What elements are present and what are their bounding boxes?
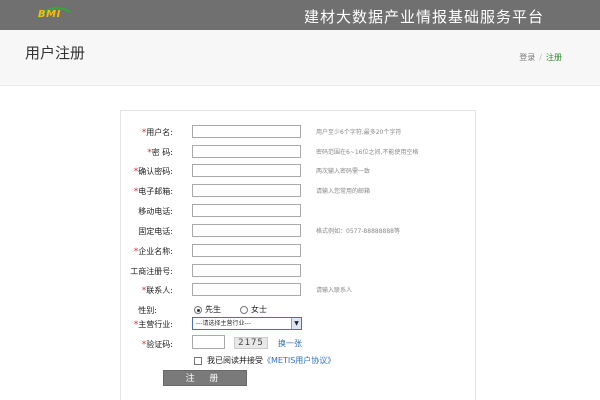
field-row-username: *用户名: 用户至少6个字符,最多20个字符: [121, 125, 477, 139]
password-label: *密 码:: [147, 148, 173, 158]
agreement-text: 我已阅读并接受: [207, 356, 263, 365]
gender-label: 性别:: [138, 306, 157, 315]
breadcrumb-login-link[interactable]: 登录: [519, 53, 535, 62]
password-input[interactable]: [192, 145, 301, 158]
field-row-company: *企业名称:: [121, 244, 477, 258]
gender-radio-male[interactable]: 先生: [194, 304, 221, 315]
confirm-password-input[interactable]: [192, 164, 301, 177]
page-title-bar: 用户注册 登录 / 注册: [0, 30, 600, 86]
radio-selected-icon: [194, 305, 202, 314]
field-row-email: *电子邮箱: 请输入您常用的邮箱: [121, 184, 477, 198]
username-label: *用户名:: [141, 128, 173, 138]
registration-number-label: 工商注册号:: [130, 267, 173, 276]
radio-unselected-icon: [240, 305, 248, 314]
landline-label: 固定电话:: [138, 227, 173, 236]
captcha-label: *验证码:: [141, 340, 173, 350]
company-label: *企业名称:: [133, 247, 173, 257]
breadcrumb-current: 注册: [546, 53, 562, 62]
mobile-label: 移动电话:: [138, 207, 173, 216]
field-row-gender: 性别: 先生 女士: [121, 303, 477, 317]
contact-hint: 请输入联系人: [316, 287, 353, 294]
field-row-confirm-password: *确认密码: 两次输入密码需一致: [121, 164, 477, 178]
field-row-registration-number: 工商注册号:: [121, 264, 477, 278]
breadcrumb-separator: /: [539, 53, 542, 62]
captcha-input[interactable]: [192, 335, 225, 349]
industry-select[interactable]: ---请选择主营行业--- ▼: [192, 317, 302, 330]
gender-radio-female[interactable]: 女士: [240, 304, 267, 315]
registration-number-input[interactable]: [192, 264, 301, 277]
agreement-row: 我已阅读并接受 《METIS用户协议》: [194, 355, 335, 366]
field-row-password: *密 码: 密码范围在6~16位之间,不能使用空格: [121, 145, 477, 159]
email-input[interactable]: [192, 184, 301, 197]
mobile-input[interactable]: [192, 204, 301, 217]
logo-text: BMI: [38, 9, 61, 20]
contact-label: *联系人:: [141, 286, 173, 296]
top-bar: BMI 建材大数据产业情报基础服务平台: [0, 0, 600, 30]
email-hint: 请输入您常用的邮箱: [316, 188, 371, 195]
logo[interactable]: BMI: [34, 4, 74, 26]
username-input[interactable]: [192, 125, 301, 138]
captcha-image: 2175: [234, 337, 268, 349]
password-hint: 密码范围在6~16位之间,不能使用空格: [316, 149, 419, 156]
breadcrumb: 登录 / 注册: [519, 52, 562, 63]
chevron-down-icon[interactable]: ▼: [291, 318, 301, 329]
agreement-checkbox[interactable]: [194, 356, 202, 365]
field-row-contact: *联系人: 请输入联系人: [121, 283, 477, 297]
company-input[interactable]: [192, 244, 301, 257]
captcha-refresh-link[interactable]: 换一张: [278, 338, 302, 349]
confirm-password-label: *确认密码:: [133, 167, 173, 177]
register-form: *用户名: 用户至少6个字符,最多20个字符 *密 码: 密码范围在6~16位之…: [120, 110, 476, 400]
industry-label: *主营行业:: [133, 320, 173, 330]
field-row-landline: 固定电话: 格式例如：0577-88888888等: [121, 224, 477, 238]
page-title: 用户注册: [25, 44, 86, 62]
industry-selected-value: ---请选择主营行业---: [196, 320, 251, 327]
field-row-captcha: *验证码: 2175 换一张: [121, 335, 477, 351]
field-row-industry: *主营行业: ---请选择主营行业--- ▼: [121, 317, 477, 331]
contact-input[interactable]: [192, 283, 301, 296]
username-hint: 用户至少6个字符,最多20个字符: [316, 129, 402, 136]
agreement-link[interactable]: 《METIS用户协议》: [263, 355, 335, 366]
field-row-mobile: 移动电话:: [121, 204, 477, 218]
landline-hint: 格式例如：0577-88888888等: [316, 228, 400, 235]
email-label: *电子邮箱:: [133, 187, 173, 197]
site-title: 建材大数据产业情报基础服务平台: [303, 8, 544, 26]
landline-input[interactable]: [192, 224, 301, 237]
confirm-password-hint: 两次输入密码需一致: [316, 168, 371, 175]
register-button[interactable]: 注 册: [163, 370, 247, 386]
